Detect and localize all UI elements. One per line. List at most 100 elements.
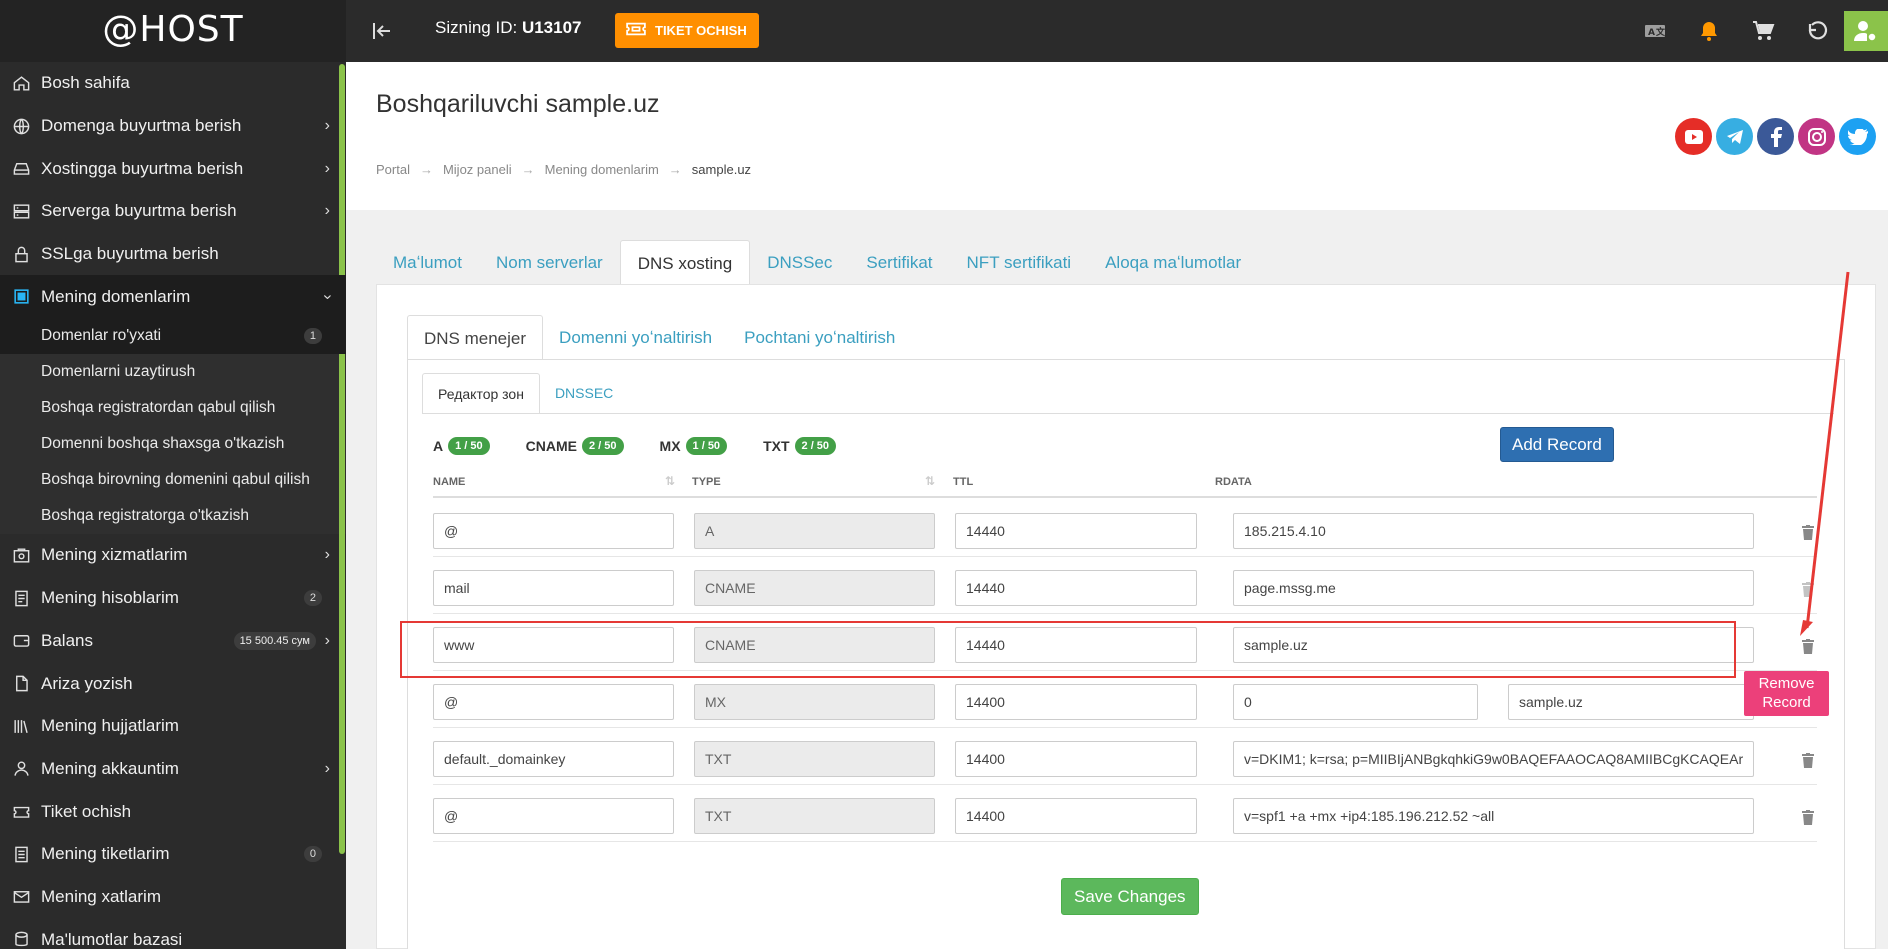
sidebar-item-open-ticket[interactable]: Tiket ochish — [0, 790, 346, 833]
sidebar-subitem-transfer-out[interactable]: Boshqa registratorga o'tkazish — [0, 498, 346, 534]
record-rdata-input[interactable]: sample.uz — [1508, 684, 1754, 720]
sort-icon[interactable]: ⇅ — [665, 474, 675, 488]
record-name-input[interactable]: @ — [433, 798, 674, 834]
sidebar-item-label: Mening hujjatlarim — [41, 716, 179, 736]
sidebar-item-my-documents[interactable]: Mening hujjatlarim — [0, 705, 346, 748]
youtube-icon[interactable] — [1675, 118, 1712, 155]
breadcrumb-my-domains[interactable]: Mening domenlarim — [545, 162, 659, 177]
trash-icon[interactable] — [1801, 810, 1815, 828]
chevron-right-icon: › — [324, 546, 330, 564]
record-name-input[interactable]: default._domainkey — [433, 741, 674, 777]
facebook-icon[interactable] — [1757, 118, 1794, 155]
table-row: default._domainkey TXT 14400 v=DKIM1; k=… — [433, 728, 1817, 785]
translate-icon[interactable]: A文 — [1628, 0, 1682, 62]
sidebar-subitem-accept-domain[interactable]: Boshqa birovning domenini qabul qilish — [0, 462, 346, 498]
instagram-icon[interactable] — [1798, 118, 1835, 155]
sidebar-item-my-invoices[interactable]: Mening hisoblarim 2 — [0, 577, 346, 620]
record-rdata-input[interactable]: v=spf1 +a +mx +ip4:185.196.212.52 ~all — [1233, 798, 1754, 834]
user-icon — [10, 758, 32, 780]
arrow-right-icon: → — [419, 162, 433, 177]
tab-dnssec[interactable]: DNSSec — [750, 240, 849, 285]
record-priority-input[interactable]: 0 — [1233, 684, 1478, 720]
cart-icon[interactable] — [1736, 0, 1790, 62]
sidebar-item-label: Mening xizmatlarim — [41, 545, 188, 565]
sidebar-item-write-request[interactable]: Ariza yozish — [0, 662, 346, 705]
twitter-icon[interactable] — [1839, 118, 1876, 155]
sidebar-item-label: Mening akkauntim — [41, 758, 179, 778]
counter-cname: CNAME 2 / 50 — [526, 437, 624, 455]
record-rdata-input[interactable]: v=DKIM1; k=rsa; p=MIIBIjANBgkqhkiG9w0BAQ… — [1233, 741, 1754, 777]
trash-icon[interactable] — [1801, 639, 1815, 657]
sidebar-item-balance[interactable]: Balans 15 500.45 сум › — [0, 620, 346, 663]
tab-dnssec-zone[interactable]: DNSSEC — [540, 373, 628, 414]
record-ttl-input[interactable]: 14440 — [955, 513, 1197, 549]
bell-icon[interactable] — [1682, 0, 1736, 62]
sidebar-item-databases[interactable]: Ma'lumotlar bazasi — [0, 918, 346, 949]
sidebar-subitem-renew[interactable]: Domenlarni uzaytirush — [0, 354, 346, 390]
sidebar-item-my-services[interactable]: Mening xizmatlarim › — [0, 534, 346, 577]
breadcrumb-portal[interactable]: Portal — [376, 162, 410, 177]
breadcrumb-client-panel[interactable]: Mijoz paneli — [443, 162, 512, 177]
record-ttl-input[interactable]: 14400 — [955, 798, 1197, 834]
sidebar-item-order-server[interactable]: Serverga buyurtma berish › — [0, 190, 346, 233]
tab-dns-hosting[interactable]: DNS xosting — [619, 240, 751, 285]
invoice-icon — [10, 587, 32, 609]
sidebar-item-home[interactable]: Bosh sahifa — [0, 62, 346, 105]
undo-icon[interactable] — [1790, 0, 1844, 62]
sidebar-item-label: Mening hisoblarim — [41, 588, 179, 608]
trash-icon[interactable] — [1801, 525, 1815, 543]
tab-mail-redirect[interactable]: Pochtani yoʻnaltirish — [728, 315, 911, 360]
tab-certificate[interactable]: Sertifikat — [849, 240, 949, 285]
sidebar-item-order-hosting[interactable]: Xostingga buyurtma berish › — [0, 147, 346, 190]
open-ticket-label: TIKET OCHISH — [655, 23, 747, 38]
brand-logo[interactable]: @HOST — [0, 0, 346, 62]
add-record-button[interactable]: Add Record — [1500, 427, 1614, 462]
client-id-label: Sizning ID: — [435, 18, 518, 37]
user-settings-icon[interactable] — [1844, 11, 1888, 51]
record-ttl-input[interactable]: 14400 — [955, 684, 1197, 720]
record-name-input[interactable]: @ — [433, 684, 674, 720]
sidebar-submenu: Domenlar ro'yxati 1 Domenlarni uzaytirus… — [0, 318, 346, 535]
sort-icon[interactable]: ⇅ — [925, 474, 935, 488]
sidebar-subitem-label: Boshqa registratorga o'tkazish — [41, 507, 250, 525]
record-rdata-input[interactable]: 185.215.4.10 — [1233, 513, 1754, 549]
trash-icon[interactable] — [1801, 582, 1815, 600]
services-icon — [10, 544, 32, 566]
collapse-sidebar-icon[interactable] — [370, 19, 394, 43]
tab-domain-redirect[interactable]: Domenni yoʻnaltirish — [543, 315, 728, 360]
record-rdata-input[interactable]: page.mssg.me — [1233, 570, 1754, 606]
tab-zone-editor[interactable]: Редактор зон — [422, 373, 540, 414]
counter-label: CNAME — [525, 438, 577, 454]
record-name-input[interactable]: mail — [433, 570, 674, 606]
sidebar-item-my-messages[interactable]: Mening xatlarim — [0, 876, 346, 919]
sidebar-item-my-account[interactable]: Mening akkauntim › — [0, 748, 346, 791]
sidebar-subitem-change-owner[interactable]: Domenni boshqa shaxsga o'tkazish — [0, 426, 346, 462]
record-ttl-input[interactable]: 14400 — [955, 741, 1197, 777]
record-ttl-input[interactable]: 14440 — [955, 570, 1197, 606]
trash-icon[interactable] — [1801, 753, 1815, 771]
page-title: Boshqariluvchi sample.uz — [376, 90, 660, 118]
tab-dns-manager[interactable]: DNS menejer — [407, 315, 544, 360]
tab-info[interactable]: Maʻlumot — [376, 240, 479, 285]
breadcrumb: Portal → Mijoz paneli → Mening domenlari… — [376, 162, 751, 177]
sidebar-item-order-domain[interactable]: Domenga buyurtma berish › — [0, 105, 346, 148]
tab-name-servers[interactable]: Nom serverlar — [479, 240, 620, 285]
zone-tabs: Редактор зон DNSSEC — [422, 373, 628, 414]
sidebar-subitem-domain-list[interactable]: Domenlar ro'yxati 1 — [0, 318, 346, 355]
chevron-down-icon: ‹ — [318, 294, 336, 300]
top-bar: Sizning ID: U13107 TIKET OCHISH A文 — [346, 0, 1888, 62]
record-name-input[interactable]: @ — [433, 513, 674, 549]
save-changes-button[interactable]: Save Changes — [1061, 878, 1199, 915]
header-type[interactable]: TYPE — [692, 476, 721, 488]
open-ticket-button[interactable]: TIKET OCHISH — [615, 13, 759, 48]
tab-nft-certificate[interactable]: NFT sertifikati — [950, 240, 1089, 285]
sidebar-item-label: Bosh sahifa — [41, 73, 130, 93]
header-name[interactable]: NAME — [433, 476, 465, 488]
sidebar-item-my-domains[interactable]: Mening domenlarim ‹ — [0, 275, 346, 319]
sidebar-item-my-tickets[interactable]: Mening tiketlarim 0 — [0, 833, 346, 876]
telegram-icon[interactable] — [1716, 118, 1753, 155]
sidebar-item-order-ssl[interactable]: SSLga buyurtma berish — [0, 233, 346, 276]
count-badge: 1 — [303, 328, 322, 345]
sidebar-subitem-transfer-in[interactable]: Boshqa registratordan qabul qilish — [0, 390, 346, 426]
tab-contacts[interactable]: Aloqa maʻlumotlar — [1088, 240, 1258, 285]
